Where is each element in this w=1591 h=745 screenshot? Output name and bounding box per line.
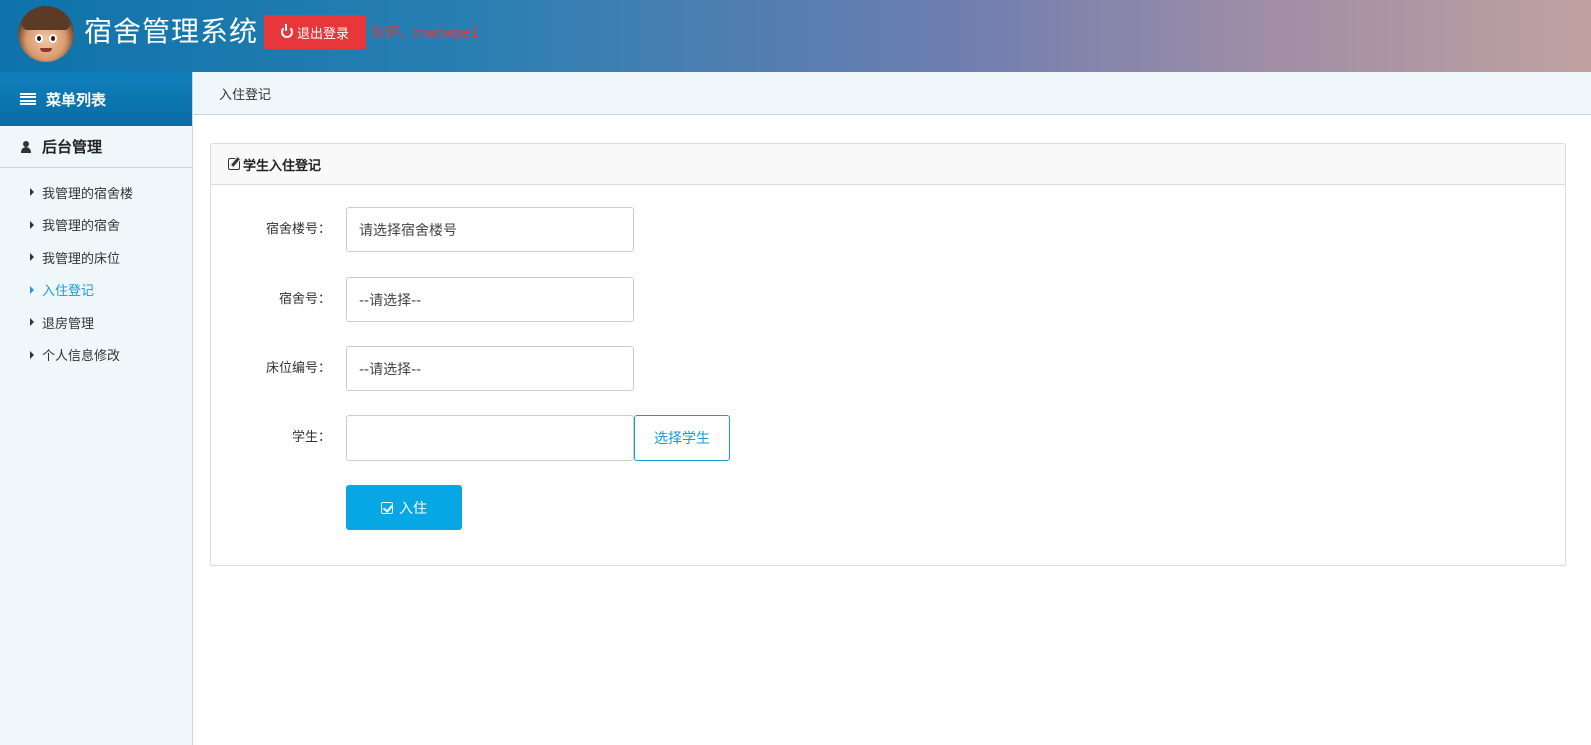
panel-heading: 学生入住登记 [211, 144, 1565, 185]
sidebar-item-profile[interactable]: 个人信息修改 [0, 339, 192, 372]
bed-select[interactable]: --请选择-- [346, 346, 634, 391]
sidebar-item-label: 我管理的宿舍楼 [42, 186, 134, 202]
sidebar-item-my-beds[interactable]: 我管理的床位 [0, 241, 192, 274]
panel-title: 学生入住登记 [243, 158, 322, 174]
building-label: 宿舍楼号： [265, 222, 331, 237]
check-square-icon [381, 501, 393, 514]
sidebar-item-label: 我管理的宿舍 [42, 219, 121, 235]
sidebar-item-label: 我管理的床位 [42, 251, 121, 267]
menu-header: 菜单列表 [0, 72, 192, 126]
sidebar-item-label: 入住登记 [42, 284, 95, 300]
student-label: 学生： [291, 430, 331, 445]
caret-right-icon [30, 253, 34, 262]
sidebar-item-my-buildings[interactable]: 我管理的宿舍楼 [0, 176, 192, 209]
list-icon [20, 93, 36, 105]
menu-title: 菜单列表 [46, 90, 107, 109]
sidebar: 菜单列表 后台管理 我管理的宿舍楼 我管理的宿舍 我管理的床位 入住登记 退房管… [0, 72, 193, 745]
app-header: 宿舍管理系统 退出登录 欢迎，manage1 [0, 0, 1591, 72]
welcome-text: 欢迎，manage1 [371, 25, 480, 41]
group-title: 后台管理 [42, 138, 103, 156]
user-icon [20, 140, 32, 153]
caret-right-icon [30, 220, 34, 229]
logout-button[interactable]: 退出登录 [264, 15, 366, 49]
sidebar-item-label: 个人信息修改 [42, 349, 121, 365]
sidebar-item-checkout[interactable]: 退房管理 [0, 306, 192, 339]
sidebar-item-my-dorms[interactable]: 我管理的宿舍 [0, 209, 192, 242]
logout-label: 退出登录 [296, 25, 349, 41]
edit-icon [228, 158, 240, 170]
sidebar-item-label: 退房管理 [42, 316, 95, 332]
app-title: 宿舍管理系统 [84, 15, 259, 48]
student-input[interactable] [346, 415, 634, 461]
breadcrumb-current: 入住登记 [219, 87, 272, 103]
caret-right-icon [30, 318, 34, 327]
avatar [18, 6, 74, 62]
sidebar-group-admin[interactable]: 后台管理 [0, 126, 192, 168]
breadcrumb: 入住登记 [193, 72, 1591, 115]
caret-right-icon [30, 188, 34, 197]
room-select[interactable]: --请选择-- [346, 277, 634, 322]
bed-label: 床位编号： [265, 361, 331, 376]
room-label: 宿舍号： [278, 292, 331, 307]
sidebar-item-checkin[interactable]: 入住登记 [0, 274, 192, 307]
submit-label: 入住 [399, 499, 427, 516]
checkin-panel: 学生入住登记 宿舍楼号： 请选择宿舍楼号 宿舍号： --请选择-- 床位编号： … [210, 143, 1566, 566]
power-icon [280, 24, 293, 38]
caret-right-icon [30, 350, 34, 359]
choose-student-button[interactable]: 选择学生 [634, 415, 730, 461]
building-select[interactable]: 请选择宿舍楼号 [346, 207, 634, 252]
sidebar-menu: 我管理的宿舍楼 我管理的宿舍 我管理的床位 入住登记 退房管理 个人信息修改 [0, 168, 192, 371]
checkin-submit-button[interactable]: 入住 [346, 485, 462, 530]
caret-right-icon [30, 285, 34, 294]
